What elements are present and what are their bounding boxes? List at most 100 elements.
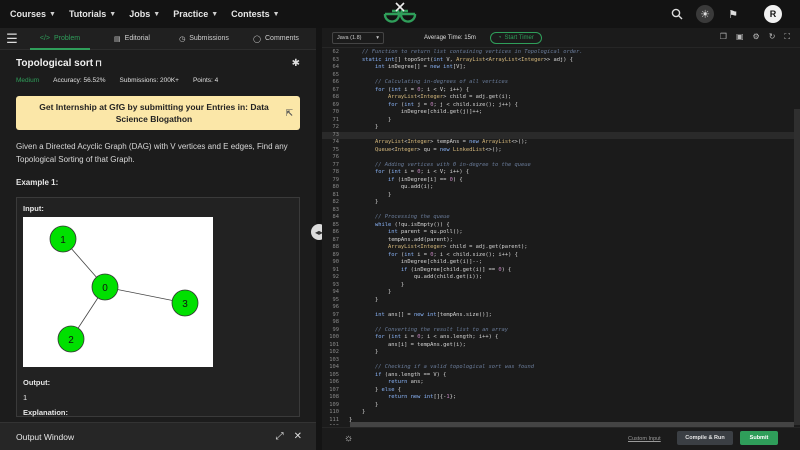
code-line[interactable]: 96	[322, 304, 794, 312]
sun-icon[interactable]: ☼	[344, 433, 353, 444]
line-number: 75	[332, 146, 340, 153]
code-line[interactable]: 76	[322, 154, 794, 162]
code-text: }	[349, 296, 379, 303]
code-line[interactable]: 71 }	[322, 117, 794, 125]
code-line[interactable]: 72 }	[322, 124, 794, 132]
custom-input-link[interactable]: Custom Input	[628, 436, 661, 442]
code-line[interactable]: 73	[322, 131, 794, 139]
search-icon[interactable]	[668, 5, 686, 23]
nav-courses[interactable]: Courses ▼	[10, 9, 56, 19]
code-line[interactable]: 65	[322, 72, 794, 80]
translate-icon[interactable]: ⚑	[724, 5, 742, 23]
code-line[interactable]: 97 int ans[] = new int[tempAns.size()];	[322, 312, 794, 320]
tab-comments[interactable]: ◯ Comments	[240, 28, 312, 50]
code-line[interactable]: 109 }	[322, 402, 794, 410]
start-timer-button[interactable]: ◔ Start Timer	[489, 31, 542, 44]
code-line[interactable]: 78 for (int i = 0; i < V; i++) {	[322, 169, 794, 177]
tab-problem[interactable]: </> Problem	[24, 28, 96, 50]
submissions-stat: Submissions: 200K+	[119, 77, 179, 84]
code-line[interactable]: 99 // Converting the result list to an a…	[322, 327, 794, 335]
code-line[interactable]: 92 qu.add(child.get(i));	[322, 274, 794, 282]
code-line[interactable]: 103	[322, 357, 794, 365]
code-line[interactable]: 108 return new int[]{-1};	[322, 394, 794, 402]
code-line[interactable]: 75 Queue<Integer> qu = new LinkedList<>(…	[322, 147, 794, 155]
file-icon[interactable]: ▣	[736, 32, 744, 42]
code-line[interactable]: 67 for (int i = 0; i < V; i++) {	[322, 87, 794, 95]
code-line[interactable]: 104 // Checking if a valid topological s…	[322, 364, 794, 372]
settings-icon[interactable]: ⚙	[753, 32, 760, 42]
code-line[interactable]: 110 }	[322, 409, 794, 417]
language-select[interactable]: Java (1.8) ▾	[332, 31, 384, 44]
scrollbar-thumb[interactable]	[794, 109, 800, 425]
code-line[interactable]: 102 }	[322, 349, 794, 357]
code-text: // Checking if a valid topological sort …	[349, 364, 534, 370]
tab-submissions[interactable]: ◷ Submissions	[168, 28, 240, 50]
code-line[interactable]: 87 tempAns.add(parent);	[322, 237, 794, 245]
code-line[interactable]: 80 qu.add(i);	[322, 184, 794, 192]
code-line[interactable]: 85 while (!qu.isEmpty()) {	[322, 222, 794, 230]
code-line[interactable]: 81 }	[322, 192, 794, 200]
code-line[interactable]: 106 return ans;	[322, 379, 794, 387]
menu-icon[interactable]: ☰	[0, 28, 24, 50]
line-number: 112	[322, 424, 342, 425]
code-line[interactable]: 62 // Function to return list containing…	[322, 49, 794, 57]
code-line[interactable]: 105 if (ans.length == V) {	[322, 372, 794, 380]
code-text: int inDegree[] = new int[V];	[374, 64, 466, 70]
line-number: 104	[329, 364, 339, 370]
code-line[interactable]: 70 inDegree[child.get(j)]++;	[322, 109, 794, 117]
code-line[interactable]: 82 }	[322, 199, 794, 207]
code-line[interactable]: 95 }	[322, 297, 794, 305]
code-text: // Adding vertices with 0 in-degree to t…	[349, 161, 531, 168]
code-line[interactable]: 83	[322, 207, 794, 215]
code-line[interactable]: 66 // Calculating in-degrees of all vert…	[322, 79, 794, 87]
copy-icon[interactable]: ❐	[720, 32, 727, 42]
internship-banner[interactable]: Get Internship at GfG by submitting your…	[16, 96, 300, 130]
code-line[interactable]: 107 } else {	[322, 387, 794, 395]
theme-toggle-icon[interactable]: ☀	[696, 5, 714, 23]
code-line[interactable]: 101 ans[i] = tempAns.get(i);	[322, 342, 794, 350]
code-line[interactable]: 74 ArrayList<Integer> tempAns = new Arra…	[322, 139, 794, 147]
code-line[interactable]: 79 if (inDegree[i] == 0) {	[322, 177, 794, 185]
code-line[interactable]: 98	[322, 319, 794, 327]
expand-icon[interactable]: ⤢	[276, 431, 284, 442]
code-text: while (!qu.isEmpty()) {	[374, 221, 450, 228]
code-line[interactable]: 94 }	[322, 289, 794, 297]
reset-icon[interactable]: ↻	[769, 32, 776, 42]
compile-run-button[interactable]: Compile & Run	[677, 431, 733, 445]
vertical-scrollbar[interactable]	[794, 49, 800, 425]
submit-button[interactable]: Submit	[740, 431, 778, 445]
explanation-label: Explanation:	[23, 408, 69, 417]
code-line[interactable]: 88 ArrayList<Integer> child = adj.get(pa…	[322, 244, 794, 252]
code-area[interactable]: 62 // Function to return list containing…	[322, 49, 794, 425]
user-avatar[interactable]: R	[764, 5, 782, 23]
code-line[interactable]: 69 for (int j = 0; j < child.size(); j++…	[322, 102, 794, 110]
nav-tutorials[interactable]: Tutorials ▼	[69, 9, 116, 19]
code-line[interactable]: 84 // Processing the queue	[322, 214, 794, 222]
output-window-bar[interactable]: Output Window ⤢ ✕	[0, 422, 316, 450]
code-line[interactable]: 93 }	[322, 282, 794, 290]
code-line[interactable]: 89 for (int i = 0; i < child.size(); i++…	[322, 252, 794, 260]
nav-jobs[interactable]: Jobs ▼	[129, 9, 160, 19]
code-line[interactable]: 64 int inDegree[] = new int[V];	[322, 64, 794, 72]
fullscreen-icon[interactable]: ⛶	[784, 32, 790, 42]
code-line[interactable]: 91 if (inDegree[child.get(i)] == 0) {	[322, 267, 794, 275]
line-number: 96	[332, 304, 340, 310]
code-line[interactable]: 86 int parent = qu.poll();	[322, 229, 794, 237]
nav-practice[interactable]: Practice ▼	[173, 9, 218, 19]
bug-report-icon[interactable]: ✱	[292, 58, 300, 69]
code-line[interactable]: 77 // Adding vertices with 0 in-degree t…	[322, 162, 794, 170]
close-icon[interactable]: ✕	[294, 431, 302, 442]
code-line[interactable]: 90 inDegree[child.get(i)]--;	[322, 259, 794, 267]
tab-editorial[interactable]: ▤ Editorial	[96, 28, 168, 50]
bookmark-icon[interactable]: ⊓	[95, 58, 102, 69]
code-text: // Converting the result list to an arra…	[349, 326, 509, 333]
code-line[interactable]: 100 for (int i = 0; i < ans.length; i++)…	[322, 334, 794, 342]
close-panel-icon[interactable]	[394, 0, 406, 18]
code-line[interactable]: 63 static int[] topoSort(int V, ArrayLis…	[322, 57, 794, 65]
nav-practice-label: Practice	[173, 9, 209, 19]
nav-contests[interactable]: Contests ▼	[231, 9, 279, 19]
code-line[interactable]: 68 ArrayList<Integer> child = adj.get(i)…	[322, 94, 794, 102]
code-text: }	[349, 191, 392, 198]
line-number: 108	[329, 394, 339, 400]
